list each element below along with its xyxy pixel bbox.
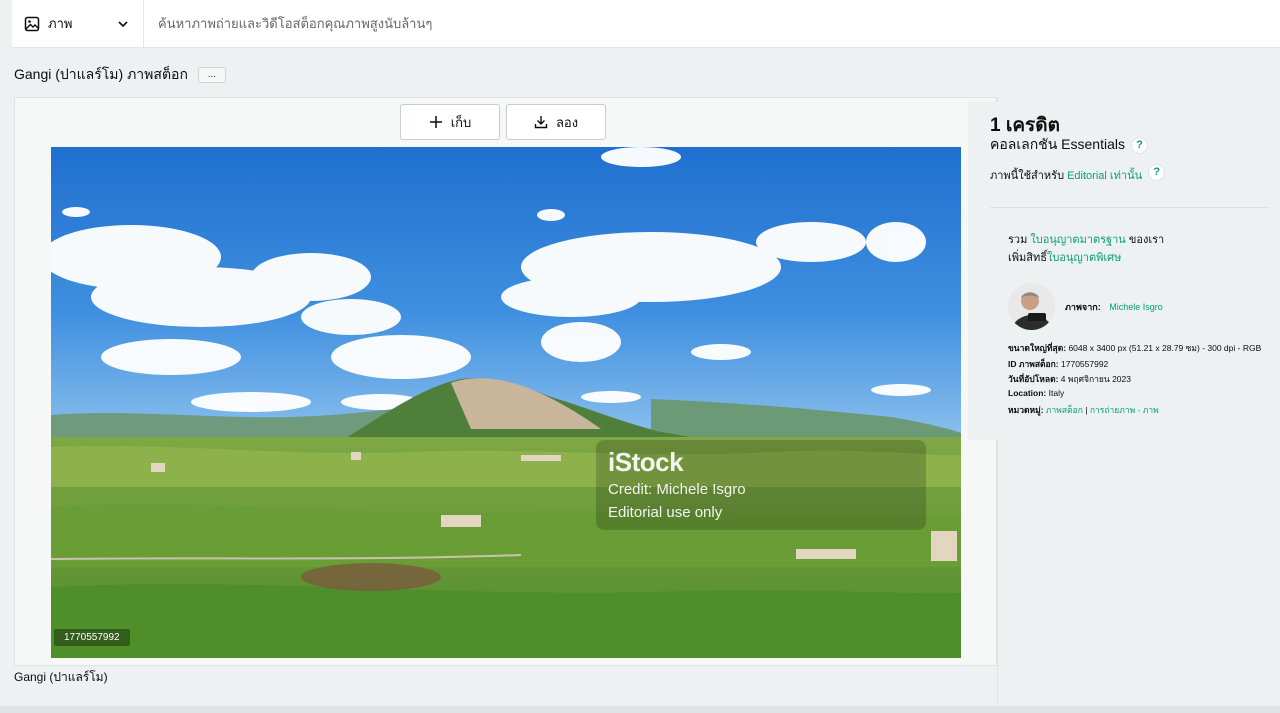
extended-license-link[interactable]: ใบอนุญาตพิเศษ xyxy=(1047,252,1121,264)
image-panel: เก็บ ลอง iStock Credit: Michele Isgro Ed… xyxy=(14,97,997,666)
license-suffix: ของเรา xyxy=(1128,234,1165,246)
stock-photo[interactable]: iStock Credit: Michele Isgro Editorial u… xyxy=(51,147,961,658)
meta-category: หมวดหมู่: ภาพสต็อก | การถ่ายภาพ - ภาพ xyxy=(1008,403,1159,417)
meta-stock-id: ID ภาพสต็อก: 1770557992 xyxy=(1008,357,1108,371)
editorial-prefix: ภาพนี้ใช้สำหรับ xyxy=(990,170,1065,182)
license-prefix: รวม xyxy=(1008,234,1028,246)
standard-license-link[interactable]: ใบอนุญาตมาตรฐาน xyxy=(1030,234,1125,246)
meta-size-value: 6048 x 3400 px (51.21 x 28.79 ซม) - 300 … xyxy=(1068,343,1262,353)
collection-row: คอลเลกชัน Essentials ? xyxy=(990,134,1148,156)
search-input[interactable] xyxy=(144,0,1280,47)
meta-upload-value: 4 พฤศจิกายน 2023 xyxy=(1060,374,1131,384)
meta-upload-label: วันที่อัปโหลด: xyxy=(1008,374,1059,384)
purchase-sidebar: 1 เครดิต คอลเลกชัน Essentials ? ภาพนี้ใช… xyxy=(968,102,1274,440)
istock-watermark-logo: iStock xyxy=(608,447,684,477)
search-bar: ภาพ xyxy=(0,0,1280,48)
try-download-button[interactable]: ลอง xyxy=(506,104,606,140)
title-row: Gangi (ปาแลร์โม) ภาพสต็อก ... xyxy=(14,64,226,86)
photographer-avatar[interactable] xyxy=(1008,283,1055,330)
standard-license-row: รวม ใบอนุญาตมาตรฐาน ของเรา xyxy=(1008,230,1164,248)
editorial-row: ภาพนี้ใช้สำหรับ Editorial เท่านั้น ? xyxy=(990,163,1166,184)
by-label: ภาพจาก: xyxy=(1065,302,1101,312)
help-icon[interactable]: ? xyxy=(1130,136,1148,154)
watermark-credit: Credit: Michele Isgro xyxy=(608,481,746,498)
bottom-strip xyxy=(0,706,1280,713)
collection-label: คอลเลกชัน Essentials xyxy=(990,136,1125,152)
media-type-label: ภาพ xyxy=(48,16,73,31)
meta-stock-id-label: ID ภาพสต็อก: xyxy=(1008,359,1059,369)
plus-icon xyxy=(429,116,442,128)
photographer-row: ภาพจาก: Michele Isgro xyxy=(1065,300,1163,314)
watermark-editorial: Editorial use only xyxy=(608,504,723,521)
more-button[interactable]: ... xyxy=(197,67,226,83)
editorial-only-label: Editorial เท่านั้น xyxy=(1067,170,1143,182)
divider xyxy=(990,207,1270,208)
meta-category-label: หมวดหมู่: xyxy=(1008,405,1044,415)
save-button[interactable]: เก็บ xyxy=(400,104,500,140)
media-type-dropdown[interactable]: ภาพ xyxy=(12,0,144,48)
download-icon xyxy=(534,116,548,129)
meta-location: Location: Italy xyxy=(1008,388,1064,398)
meta-location-label: Location: xyxy=(1008,388,1047,398)
avatar-photo xyxy=(1008,283,1055,330)
help-icon[interactable]: ? xyxy=(1148,163,1166,181)
category-separator: | xyxy=(1085,405,1088,415)
image-actions: เก็บ ลอง xyxy=(400,104,606,140)
category-link-photography[interactable]: การถ่ายภาพ - ภาพ xyxy=(1090,405,1159,415)
extended-license-row: เพิ่มสิทธิ์ใบอนุญาตพิเศษ xyxy=(1008,248,1121,266)
meta-size-label: ขนาดใหญ่ที่สุด: xyxy=(1008,343,1067,353)
meta-location-value: Italy xyxy=(1048,388,1065,398)
image-caption: Gangi (ปาแลร์โม) xyxy=(14,670,108,684)
try-button-label: ลอง xyxy=(555,114,579,130)
meta-upload-date: วันที่อัปโหลด: 4 พฤศจิกายน 2023 xyxy=(1008,372,1131,386)
image-icon xyxy=(24,16,40,31)
landscape-image xyxy=(51,147,961,658)
photographer-link[interactable]: Michele Isgro xyxy=(1109,302,1163,312)
category-link-stock[interactable]: ภาพสต็อก xyxy=(1046,405,1083,415)
meta-size: ขนาดใหญ่ที่สุด: 6048 x 3400 px (51.21 x … xyxy=(1008,341,1261,355)
photo-id-badge: 1770557992 xyxy=(54,629,130,646)
page-title: Gangi (ปาแลร์โม) ภาพสต็อก xyxy=(14,66,188,82)
chevron-down-icon xyxy=(118,20,128,27)
extended-prefix: เพิ่มสิทธิ์ xyxy=(1008,252,1047,264)
meta-stock-id-value: 1770557992 xyxy=(1061,359,1109,369)
search-box: ภาพ xyxy=(12,0,1280,48)
save-button-label: เก็บ xyxy=(450,114,472,130)
